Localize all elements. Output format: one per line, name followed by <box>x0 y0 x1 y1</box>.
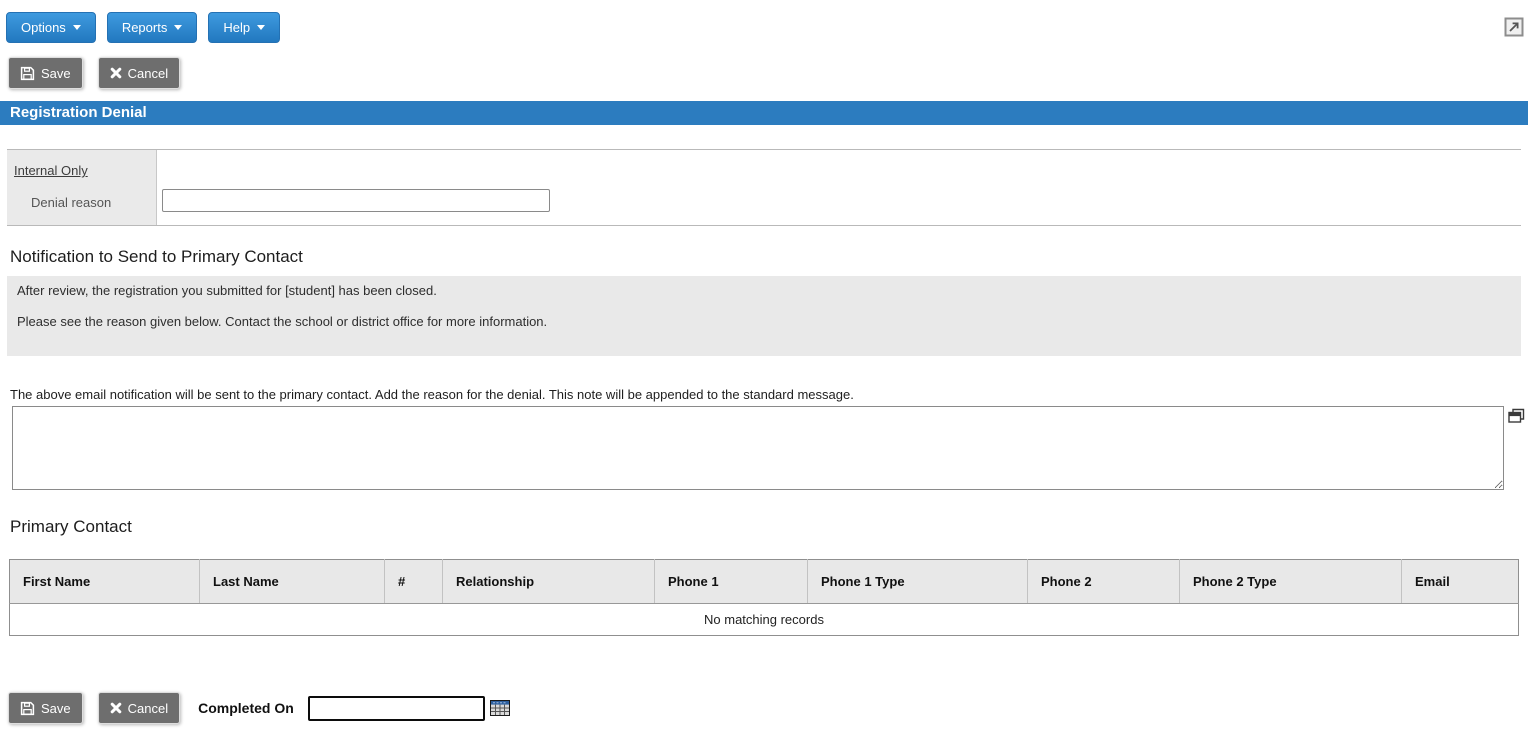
main-toolbar: Options Reports Help <box>0 0 1528 43</box>
notification-message-line: After review, the registration you submi… <box>17 283 1511 298</box>
column-header-phone1: Phone 1 <box>655 560 808 604</box>
table-header-row: First Name Last Name # Relationship Phon… <box>10 560 1519 604</box>
save-button[interactable]: Save <box>8 57 83 89</box>
denial-note-textarea[interactable] <box>12 406 1504 490</box>
completed-on-label: Completed On <box>198 700 294 716</box>
reports-menu-button[interactable]: Reports <box>107 12 198 43</box>
save-button-label: Save <box>41 701 71 716</box>
popout-editor-icon[interactable] <box>1508 408 1525 425</box>
column-header-first-name: First Name <box>10 560 200 604</box>
floppy-disk-icon <box>20 701 35 716</box>
page-title: Registration Denial <box>0 101 1528 125</box>
x-mark-icon <box>110 67 122 79</box>
caret-down-icon <box>73 25 81 30</box>
calendar-icon[interactable] <box>490 700 510 716</box>
primary-contact-heading: Primary Contact <box>10 517 1528 537</box>
save-button-label: Save <box>41 66 71 81</box>
primary-contact-table: First Name Last Name # Relationship Phon… <box>9 559 1519 636</box>
save-button[interactable]: Save <box>8 692 83 724</box>
denial-reason-label: Denial reason <box>31 195 156 210</box>
denial-reason-input[interactable] <box>162 189 550 212</box>
notification-message-line: Please see the reason given below. Conta… <box>17 314 1511 329</box>
help-menu-label: Help <box>223 20 250 35</box>
internal-only-section: Internal Only Denial reason <box>7 149 1521 226</box>
cancel-button[interactable]: Cancel <box>98 57 180 89</box>
denial-note-area <box>12 406 1504 490</box>
cancel-button-label: Cancel <box>128 701 168 716</box>
completed-on-input[interactable] <box>308 696 485 721</box>
notification-section-heading: Notification to Send to Primary Contact <box>10 247 1528 267</box>
bottom-action-bar: Save Cancel Completed On <box>8 692 1528 724</box>
column-header-phone1-type: Phone 1 Type <box>808 560 1028 604</box>
internal-only-panel: Internal Only Denial reason <box>7 150 157 225</box>
internal-only-heading: Internal Only <box>14 163 156 178</box>
column-header-number: # <box>385 560 443 604</box>
options-menu-button[interactable]: Options <box>6 12 96 43</box>
caret-down-icon <box>174 25 182 30</box>
top-action-bar: Save Cancel <box>0 43 1528 89</box>
internal-only-field-area <box>157 150 1521 225</box>
column-header-email: Email <box>1402 560 1519 604</box>
no-records-message: No matching records <box>10 604 1519 636</box>
cancel-button[interactable]: Cancel <box>98 692 180 724</box>
cancel-button-label: Cancel <box>128 66 168 81</box>
column-header-phone2: Phone 2 <box>1028 560 1180 604</box>
caret-down-icon <box>257 25 265 30</box>
reports-menu-label: Reports <box>122 20 168 35</box>
help-menu-button[interactable]: Help <box>208 12 280 43</box>
column-header-relationship: Relationship <box>443 560 655 604</box>
floppy-disk-icon <box>20 66 35 81</box>
column-header-last-name: Last Name <box>200 560 385 604</box>
denial-note-instruction: The above email notification will be sen… <box>10 387 1528 402</box>
options-menu-label: Options <box>21 20 66 35</box>
x-mark-icon <box>110 702 122 714</box>
column-header-phone2-type: Phone 2 Type <box>1180 560 1402 604</box>
notification-message-box: After review, the registration you submi… <box>7 276 1521 356</box>
empty-table-row: No matching records <box>10 604 1519 636</box>
open-new-window-icon[interactable] <box>1504 17 1524 37</box>
